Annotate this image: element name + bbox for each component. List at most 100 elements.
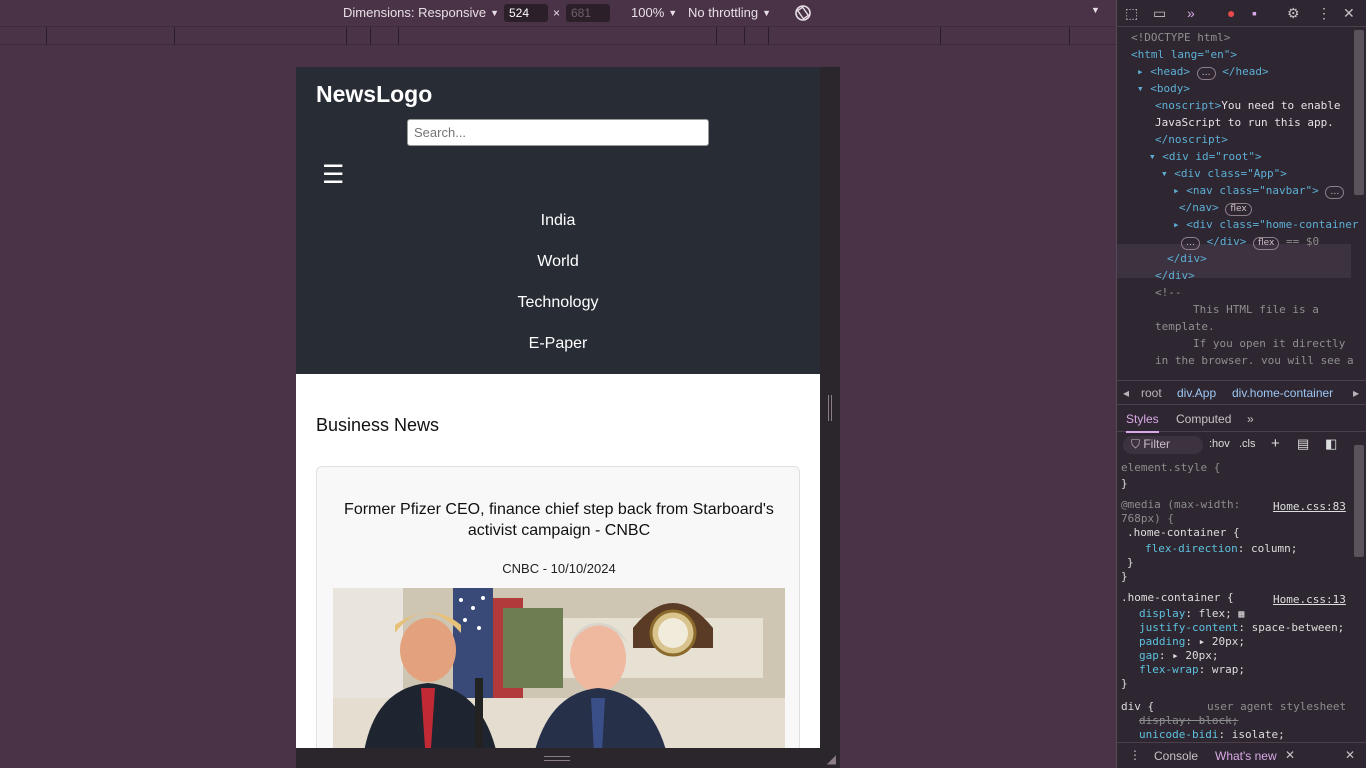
tab-computed[interactable]: Computed [1176,412,1231,426]
home-css-13-link[interactable]: Home.css:13 [1273,593,1346,607]
filter-input[interactable]: ⛉ Filter [1123,436,1203,454]
nav-link-india[interactable]: India [296,212,820,230]
html-node[interactable]: <html lang="en"> [1131,46,1237,63]
unicode-bidi-decl[interactable]: unicode-bidi: isolate; [1139,728,1285,740]
close-icon[interactable]: ✕ [1343,5,1355,22]
width-input[interactable]: 524 [504,4,548,22]
add-rule-icon[interactable]: + [1271,435,1280,452]
breadcrumb-left-icon[interactable]: ◂ [1123,386,1129,400]
menu-icon[interactable]: ☰ [322,160,344,190]
rule-close: } [1121,477,1128,490]
display-block-decl[interactable]: display: block; [1139,714,1238,728]
resize-corner-icon[interactable]: ◢ [827,752,836,766]
nav-link-world[interactable]: World [296,253,820,271]
comment-open: <!-- [1155,286,1182,299]
article-title[interactable]: Former Pfizer CEO, finance chief step ba… [333,499,785,541]
close-tab-icon[interactable]: ✕ [1285,748,1295,762]
nav-link-epaper[interactable]: E-Paper [296,335,820,353]
resize-handle-right[interactable] [828,395,832,421]
noscript-node[interactable]: <noscript>You need to enable [1155,97,1340,114]
kebab-menu-icon[interactable]: ⋮ [1317,5,1331,22]
breadcrumb: ◂ root div.App div.home-container ▸ [1117,380,1366,405]
sidebar-toggle-icon[interactable]: ◧ [1325,436,1337,452]
close-drawer-icon[interactable]: ✕ [1345,748,1355,762]
flex-direction-decl[interactable]: flex-direction: column; [1145,542,1297,556]
paint-icon[interactable]: ▤ [1297,436,1309,452]
nav-node[interactable]: ▸ <nav class="navbar"> … [1173,182,1345,199]
dimensions-dropdown[interactable]: Dimensions: Responsive ▼ [343,5,499,20]
devtools-drawer: ⋮ Console What's new ✕ ✕ [1117,742,1366,768]
home-css-83-link[interactable]: Home.css:83 [1273,500,1346,514]
styles-tabs: Styles Computed » [1117,406,1366,433]
devtools-panel: ⬚ ▭ » ● ▪ ⚙ ⋮ ✕ <!DOCTYPE html> <html la… [1116,0,1366,768]
home-container-selector[interactable]: .home-container { [1127,526,1240,540]
nav-close: </nav> flex [1179,199,1252,216]
resize-handle-bottom[interactable] [544,756,570,761]
more-tabs-icon[interactable]: » [1247,412,1254,426]
chevron-down-icon: ▼ [762,7,772,18]
noscript-text: JavaScript to run this app. [1155,116,1334,129]
home-container-selector-2[interactable]: .home-container { [1121,591,1234,605]
styles-scrollbar[interactable] [1354,445,1364,557]
emulated-viewport: NewsLogo ☰ India World Technology E-Pape… [296,67,840,748]
breadcrumb-app[interactable]: div.App [1177,386,1216,400]
breadcrumb-right-icon[interactable]: ▸ [1353,386,1359,400]
flex-wrap-decl[interactable]: flex-wrap: wrap; [1139,663,1245,677]
news-card[interactable]: Former Pfizer CEO, finance chief step ba… [316,466,800,748]
user-agent-label: user agent stylesheet [1207,700,1347,713]
elements-scrollbar[interactable] [1354,30,1364,195]
comment-line-3: If you open it directly [1193,337,1346,350]
tab-console[interactable]: Console [1154,749,1198,763]
zoom-dropdown[interactable]: 100% ▼ [631,5,677,20]
tab-styles[interactable]: Styles [1126,412,1159,433]
comment-line-4: in the browser, you will see a [1155,354,1354,364]
rule-close: } [1121,570,1128,583]
site-logo[interactable]: NewsLogo [316,81,432,108]
device-toolbar: Dimensions: Responsive ▼ 524 × 681 100% … [0,0,1116,27]
media-query-ruler [0,27,1116,45]
inspect-element-icon[interactable]: ⬚ [1125,5,1138,22]
media-query: @media (max-width: [1121,498,1241,511]
article-meta: CNBC - 10/10/2024 [502,561,616,576]
doctype-node[interactable]: <!DOCTYPE html> [1131,29,1230,46]
nav-link-technology[interactable]: Technology [296,294,820,312]
issues-icon[interactable]: ▪ [1252,5,1257,21]
display-decl[interactable]: display: flex; ▦ [1139,607,1244,622]
article-image[interactable] [333,588,785,748]
home-container-node[interactable]: ▸ <div class="home-container [1173,216,1358,233]
styles-filter-bar: ⛉ Filter :hov .cls + ▤ ◧ [1117,432,1366,458]
chevron-down-icon: ▼ [668,7,678,18]
settings-gear-icon[interactable]: ⚙ [1287,5,1300,22]
home-container-close: … </div> flex == $0 [1181,233,1319,250]
justify-content-decl[interactable]: justify-content: space-between; [1139,621,1344,635]
more-tabs-icon[interactable]: » [1187,5,1195,21]
head-node[interactable]: ▸ <head> … </head> [1137,63,1269,80]
zoom-label: 100% [631,5,665,20]
element-style-rule[interactable]: element.style { [1121,461,1220,475]
hov-toggle[interactable]: :hov [1209,438,1230,450]
tab-whats-new[interactable]: What's new [1215,749,1277,763]
more-options-icon[interactable]: ▼ [1091,5,1100,15]
root-div-node[interactable]: ▾ <div id="root"> [1149,148,1262,165]
rule-close: } [1121,677,1128,690]
throttling-dropdown[interactable]: No throttling ▼ [688,5,771,20]
error-count-icon[interactable]: ● [1227,5,1235,21]
app-div-node[interactable]: ▾ <div class="App"> [1161,165,1287,182]
cls-toggle[interactable]: .cls [1239,438,1256,450]
dimensions-label: Dimensions: Responsive [343,5,487,20]
app-div-close: </div> [1167,252,1207,265]
device-toggle-icon[interactable]: ▭ [1153,5,1166,22]
root-div-close: </div> [1155,269,1195,282]
padding-decl[interactable]: padding: ▸ 20px; [1139,635,1245,649]
breadcrumb-root[interactable]: root [1141,386,1162,400]
div-selector[interactable]: div { [1121,700,1154,714]
search-input[interactable] [407,119,709,146]
height-input[interactable]: 681 [566,4,610,22]
breadcrumb-home-container[interactable]: div.home-container [1232,386,1333,400]
styles-pane: element.style { } @media (max-width: 768… [1117,460,1351,740]
noscript-close: </noscript> [1155,133,1228,146]
drawer-menu-icon[interactable]: ⋮ [1129,748,1141,762]
rotate-icon[interactable] [793,3,813,23]
gap-decl[interactable]: gap: ▸ 20px; [1139,649,1219,663]
body-node[interactable]: ▾ <body> [1137,80,1190,97]
